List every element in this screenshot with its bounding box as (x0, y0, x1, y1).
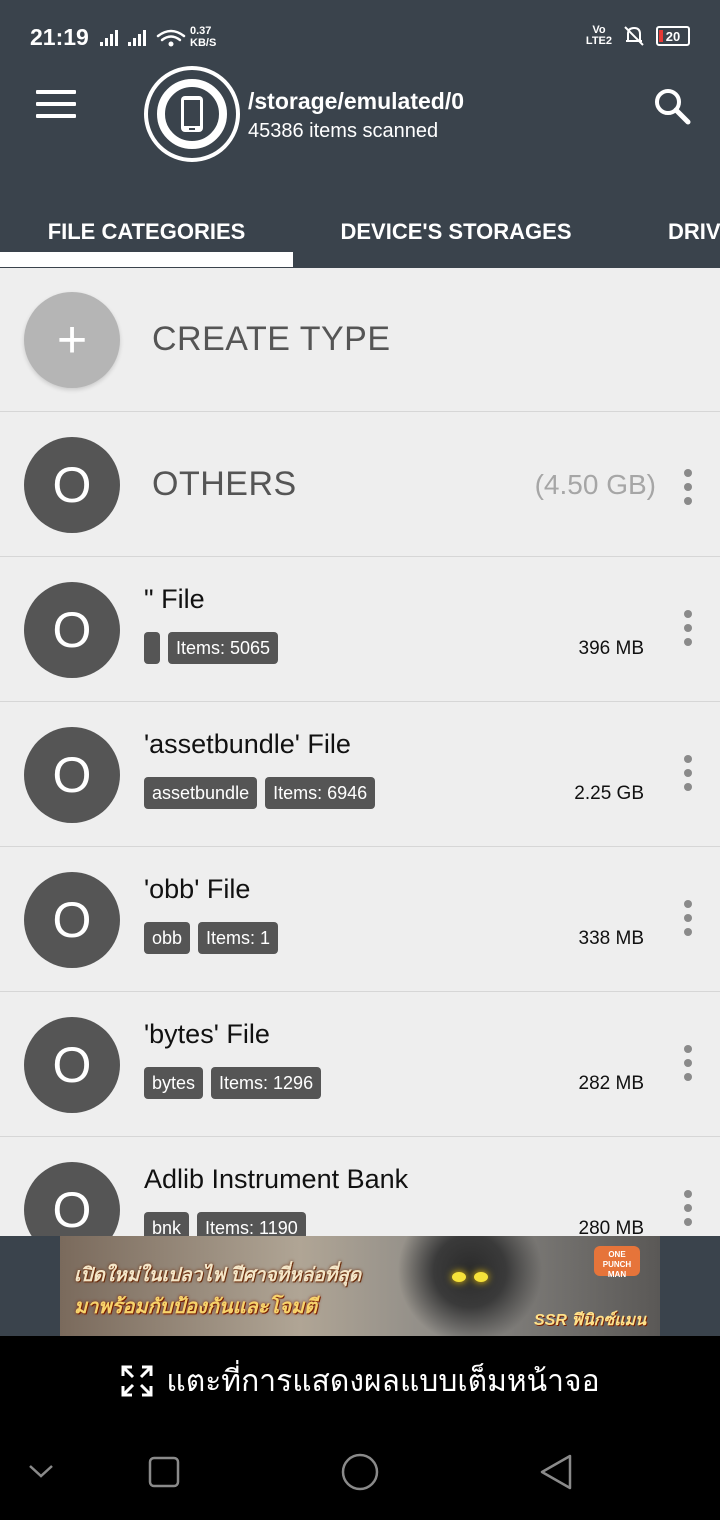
file-size: 338 MB (578, 928, 644, 949)
list-item[interactable]: O 'bytes' File bytes Items: 1296 282 MB (0, 993, 720, 1137)
search-icon[interactable] (652, 86, 692, 126)
tag-chips: bytes Items: 1296 (144, 1067, 322, 1099)
others-row[interactable]: O OTHERS (4.50 GB) (0, 413, 720, 557)
items-count-badge: Items: 5065 (168, 632, 279, 664)
more-vert-icon[interactable] (684, 610, 692, 646)
phone-icon (181, 96, 203, 132)
tab-devices-storages[interactable]: DEVICE'S STORAGES (300, 196, 612, 268)
active-tab-indicator (0, 252, 293, 267)
system-nav-bar (0, 1426, 720, 1520)
file-type-title: 'assetbundle' File (144, 729, 351, 759)
tab-drives[interactable]: DRIV (668, 196, 720, 268)
extension-badge (144, 632, 160, 664)
file-type-title: Adlib Instrument Bank (144, 1164, 409, 1194)
others-size: (4.50 GB) (534, 469, 656, 500)
ad-eye (452, 1272, 466, 1282)
extension-badge: bytes (144, 1067, 204, 1099)
category-avatar: O (24, 1162, 120, 1236)
net-speed-unit: KB/S (190, 37, 217, 49)
category-avatar: O (24, 727, 120, 823)
ad-subheadline: มาพร้อมกับป้องกันและโจมตี (74, 1296, 318, 1318)
ad-game-logo: ONE PUNCH MAN (594, 1246, 640, 1279)
category-avatar: O (24, 1017, 120, 1113)
items-count-badge: Items: 1190 (197, 1212, 306, 1236)
hamburger-menu-icon[interactable] (36, 90, 76, 120)
list-item[interactable]: O Adlib Instrument Bank bnk Items: 1190 … (0, 1138, 720, 1236)
status-right: Vo LTE2 20 (586, 24, 690, 48)
storage-path: /storage/emulated/0 (248, 88, 465, 114)
create-type-row[interactable]: + CREATE TYPE (0, 268, 720, 412)
list-item[interactable]: O 'obb' File obb Items: 1 338 MB (0, 848, 720, 992)
net-speed-value: 0.37 (190, 25, 212, 37)
extension-badge: obb (144, 922, 191, 954)
file-size: 2.25 GB (574, 783, 644, 804)
others-label: OTHERS (152, 465, 297, 503)
chevron-down-icon[interactable] (28, 1462, 54, 1480)
storage-usage-ring[interactable] (144, 66, 240, 162)
fullscreen-prompt[interactable]: แตะที่การแสดงผลแบบเต็มหน้าจอ (0, 1336, 720, 1426)
ad-eye (474, 1272, 488, 1282)
status-bar: 21:19 0.37 KB/S Vo LTE2 20 (0, 0, 720, 56)
home-circle-icon[interactable] (340, 1452, 380, 1492)
items-count-badge: Items: 6946 (265, 777, 376, 809)
tag-chips: assetbundle Items: 6946 (144, 777, 376, 809)
more-vert-icon[interactable] (684, 1045, 692, 1081)
ad-banner[interactable]: เปิดใหม่ในเปลวไฟ ปีศาจที่หล่อที่สุด มาพร… (60, 1236, 660, 1336)
extension-badge: bnk (144, 1212, 190, 1236)
file-size: 280 MB (578, 1218, 644, 1236)
list-item[interactable]: O " File Items: 5065 396 MB (0, 558, 720, 702)
create-type-label: CREATE TYPE (152, 320, 391, 358)
more-vert-icon[interactable] (684, 755, 692, 791)
tag-chips: Items: 5065 (144, 632, 279, 664)
recents-square-icon[interactable] (148, 1456, 180, 1488)
expand-icon (121, 1365, 153, 1397)
ad-tagline: SSR ฟีนิกซ์แมน (534, 1312, 646, 1329)
file-type-title: " File (144, 584, 205, 614)
category-avatar: O (24, 582, 120, 678)
extension-badge: assetbundle (144, 777, 258, 809)
more-vert-icon[interactable] (684, 900, 692, 936)
battery-level: 20 (665, 28, 681, 44)
file-type-title: 'bytes' File (144, 1019, 270, 1049)
category-avatar: O (24, 437, 120, 533)
more-vert-icon[interactable] (684, 469, 692, 505)
items-count-badge: Items: 1296 (211, 1067, 322, 1099)
app-bar: /storage/emulated/0 45386 items scanned … (0, 56, 720, 268)
category-list: + CREATE TYPE O OTHERS (4.50 GB) O " Fil… (0, 268, 720, 1236)
items-scanned: 45386 items scanned (248, 120, 439, 142)
battery-icon: 20 (656, 26, 690, 46)
bell-muted-icon (624, 26, 644, 46)
tag-chips: obb Items: 1 (144, 922, 279, 954)
ad-headline: เปิดใหม่ในเปลวไฟ ปีศาจที่หล่อที่สุด (74, 1265, 362, 1286)
items-count-badge: Items: 1 (198, 922, 279, 954)
volte-bottom: LTE2 (585, 35, 612, 47)
back-triangle-icon[interactable] (538, 1453, 574, 1491)
ad-band: เปิดใหม่ในเปลวไฟ ปีศาจที่หล่อที่สุด มาพร… (0, 1236, 720, 1336)
file-size: 282 MB (578, 1073, 644, 1094)
net-speed: 0.37 KB/S (190, 25, 216, 49)
volte-icon: Vo LTE2 (586, 25, 612, 47)
plus-icon[interactable]: + (24, 292, 120, 388)
ad-character-image (390, 1236, 550, 1336)
list-item[interactable]: O 'assetbundle' File assetbundle Items: … (0, 703, 720, 847)
category-avatar: O (24, 872, 120, 968)
file-type-title: 'obb' File (144, 874, 251, 904)
signal-icons (98, 28, 186, 53)
tag-chips: bnk Items: 1190 (144, 1212, 306, 1236)
status-time: 21:19 (30, 24, 89, 50)
file-size: 396 MB (578, 638, 644, 659)
more-vert-icon[interactable] (684, 1190, 692, 1226)
fullscreen-hint-text: แตะที่การแสดงผลแบบเต็มหน้าจอ (166, 1364, 600, 1398)
